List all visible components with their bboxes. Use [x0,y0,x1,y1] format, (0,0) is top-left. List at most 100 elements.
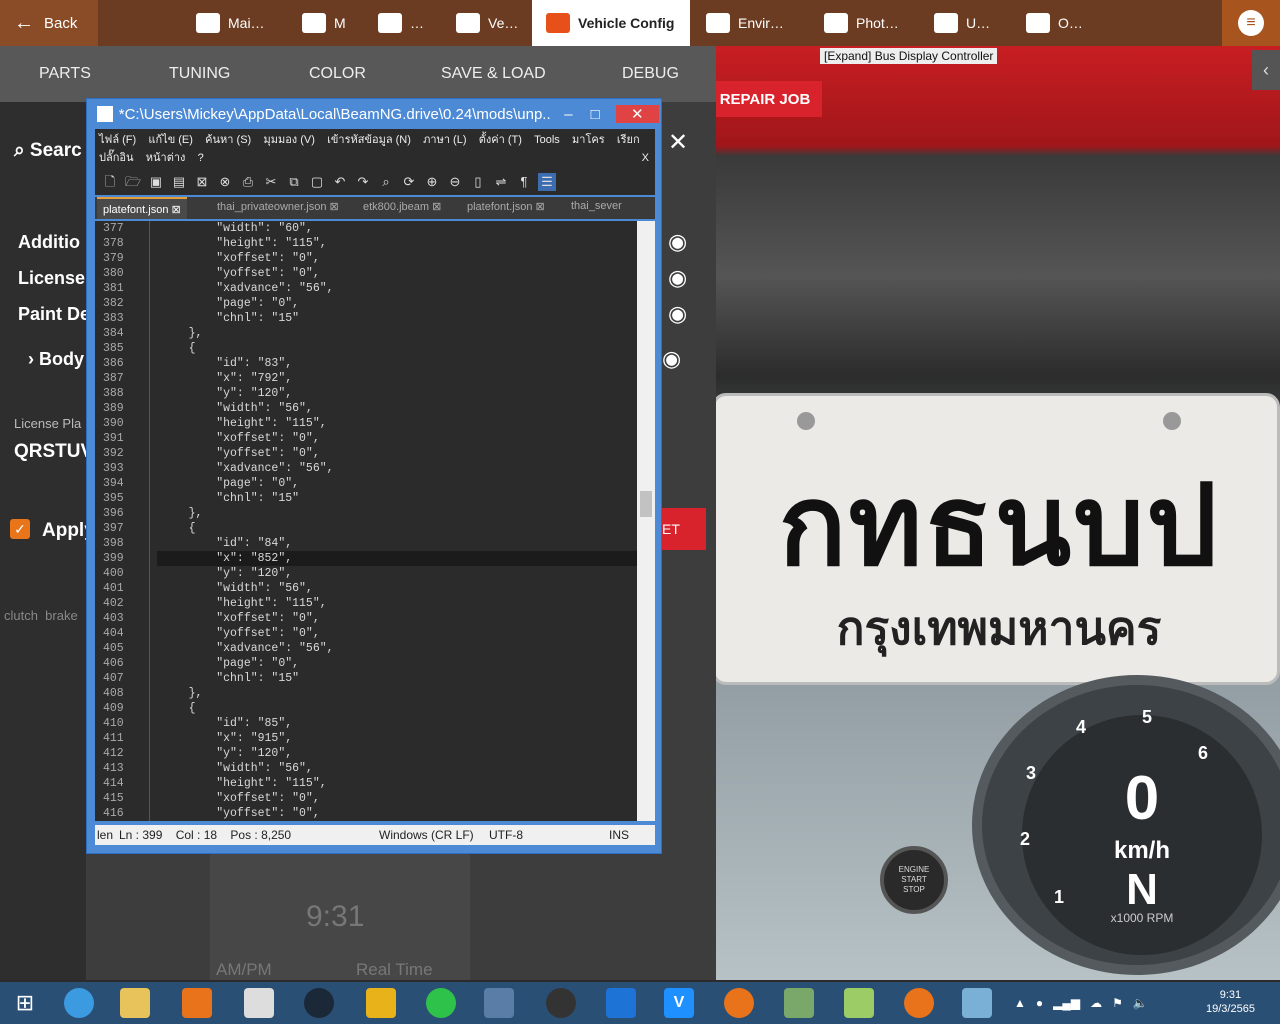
cloud-icon[interactable]: ☁ [1090,996,1102,1010]
tab-save-load[interactable]: SAVE & LOAD [441,65,546,83]
menu-item[interactable]: มุมมอง (V) [263,134,314,146]
list-item[interactable]: › Body [28,349,84,370]
close-icon[interactable]: ✕ [615,105,659,123]
beamng-icon[interactable] [366,988,396,1018]
search-field[interactable]: ⌕ Searc [14,140,82,162]
license-plate-input[interactable]: QRSTUV [14,441,93,463]
menu-item[interactable]: ไฟล์ (F) [99,134,136,146]
tab-thai-sever[interactable]: thai_sever [571,200,622,212]
tab-tuning[interactable]: TUNING [169,65,230,83]
eye-icon[interactable]: ◉ [668,301,687,327]
word-wrap-icon[interactable]: ⇌ [492,173,510,191]
tab-etk800-jbeam[interactable]: etk800.jbeam ⊠ [363,200,441,213]
menu-item[interactable]: เรียก [617,134,640,146]
vertical-scrollbar[interactable] [637,221,655,821]
copy-icon[interactable]: ⧉ [285,173,303,191]
app-icon[interactable] [784,988,814,1018]
reset-button[interactable]: ET [660,508,706,550]
menu-item[interactable]: แก้ไข (E) [148,134,193,146]
tab-platefont-json-2[interactable]: platefont.json ⊠ [467,200,545,213]
replace-icon[interactable]: ⟳ [400,173,418,191]
bus-display-controller-label[interactable]: [Expand] Bus Display Controller [820,48,998,64]
app-icon[interactable] [724,988,754,1018]
app-icon[interactable] [904,988,934,1018]
eye-icon[interactable]: ◉ [662,346,681,372]
save-icon[interactable]: ▣ [147,173,165,191]
topbar-item-options[interactable]: O… [1026,0,1083,46]
back-button[interactable]: ← Back [0,0,98,46]
minimize-icon[interactable]: – [564,106,572,123]
mpcbe-icon[interactable] [244,988,274,1018]
topbar-item-map[interactable]: M [302,0,346,46]
tab-thai-privateowner[interactable]: thai_privateowner.json ⊠ [217,200,339,213]
taskbar-clock[interactable]: 9:31 19/3/2565 [1206,988,1255,1016]
sync-scroll-icon[interactable]: ▯ [469,173,487,191]
realtime-toggle[interactable]: Real Time [356,960,433,980]
ampm-toggle[interactable]: AM/PM [216,960,272,980]
paste-icon[interactable]: ▢ [308,173,326,191]
list-item[interactable]: License [18,268,85,289]
topbar-item-vehicles[interactable]: Ve… [456,0,518,46]
tab-parts[interactable]: PARTS [39,65,91,83]
cut-icon[interactable]: ✂ [262,173,280,191]
steam-icon[interactable] [304,988,334,1018]
media-player-icon[interactable] [182,988,212,1018]
close-file-icon[interactable]: ⊠ [193,173,211,191]
close-all-icon[interactable]: ⊗ [216,173,234,191]
topbar-item-mods[interactable]: … [378,0,424,46]
topbar-item-environment[interactable]: Envir… [706,0,784,46]
photos-icon[interactable] [962,988,992,1018]
menu-item[interactable]: หน้าต่าง [146,152,186,164]
vegas-icon[interactable]: V [664,988,694,1018]
line-icon[interactable] [426,988,456,1018]
menu-item[interactable]: Tools [534,134,560,146]
undo-icon[interactable]: ↶ [331,173,349,191]
scrollbar-thumb[interactable] [640,491,652,517]
notepad-plus-icon[interactable] [844,988,874,1018]
system-tray[interactable]: ▲ ● ▂▄▆ ☁ ⚑ 🔈 [1014,994,1194,1012]
code-editor[interactable]: "width": "60", "height": "115", "xoffset… [157,221,637,821]
tab-platefont-json[interactable]: platefont.json ⊠ [97,197,187,219]
onedrive-icon[interactable] [606,988,636,1018]
save-all-icon[interactable]: ▤ [170,173,188,191]
show-all-chars-icon[interactable]: ¶ [515,173,533,191]
open-file-icon[interactable]: 🗁 [124,173,142,191]
topbar-item-vehicle-config[interactable]: Vehicle Config [532,0,690,46]
network-icon[interactable]: ▂▄▆ [1053,996,1080,1010]
tab-debug[interactable]: DEBUG [622,65,679,83]
edge-icon[interactable] [64,988,94,1018]
flag-icon[interactable]: ⚑ [1112,996,1123,1010]
zoom-out-icon[interactable]: ⊖ [446,173,464,191]
chrome-icon[interactable]: ● [1036,996,1043,1010]
chevron-left-icon[interactable]: ‹ [1252,50,1280,90]
list-item[interactable]: Additio [18,232,80,253]
list-item[interactable]: Paint De [18,304,90,325]
volume-icon[interactable]: 🔈 [1133,996,1148,1010]
menu-item[interactable]: ตั้งค่า (T) [479,134,522,146]
menu-item[interactable]: ภาษา (L) [423,134,466,146]
print-icon[interactable]: ⎙ [239,173,257,191]
eye-icon[interactable]: ◉ [668,229,687,255]
zoom-in-icon[interactable]: ⊕ [423,173,441,191]
apply-checkbox[interactable]: ✓ [10,519,30,539]
box-icon[interactable] [484,988,514,1018]
redo-icon[interactable]: ↷ [354,173,372,191]
repair-job-button[interactable]: REPAIR JOB [708,81,822,117]
maximize-icon[interactable]: □ [591,106,600,123]
menu-item[interactable]: มาโคร [572,134,605,146]
menu-item[interactable]: ปลั๊กอิน [99,152,134,164]
engine-start-stop-button[interactable]: ENGINE START STOP [880,846,948,914]
new-file-icon[interactable]: 🗋 [101,173,119,191]
topbar-item-main[interactable]: Mai… [196,0,265,46]
menu-item[interactable]: ? [198,152,204,164]
topbar-item-ui-apps[interactable]: U… [934,0,990,46]
tab-color[interactable]: COLOR [309,65,366,83]
indent-guide-icon[interactable]: ☰ [538,173,556,191]
menu-item[interactable]: ค้นหา (S) [205,134,251,146]
menu-button[interactable]: ≡ [1222,0,1280,46]
menu-item[interactable]: เข้ารหัสข้อมูล (N) [327,134,411,146]
chevron-up-icon[interactable]: ▲ [1014,996,1026,1010]
obs-icon[interactable] [546,988,576,1018]
topbar-item-photo[interactable]: Phot… [824,0,899,46]
close-doc-icon[interactable]: X [642,149,649,167]
